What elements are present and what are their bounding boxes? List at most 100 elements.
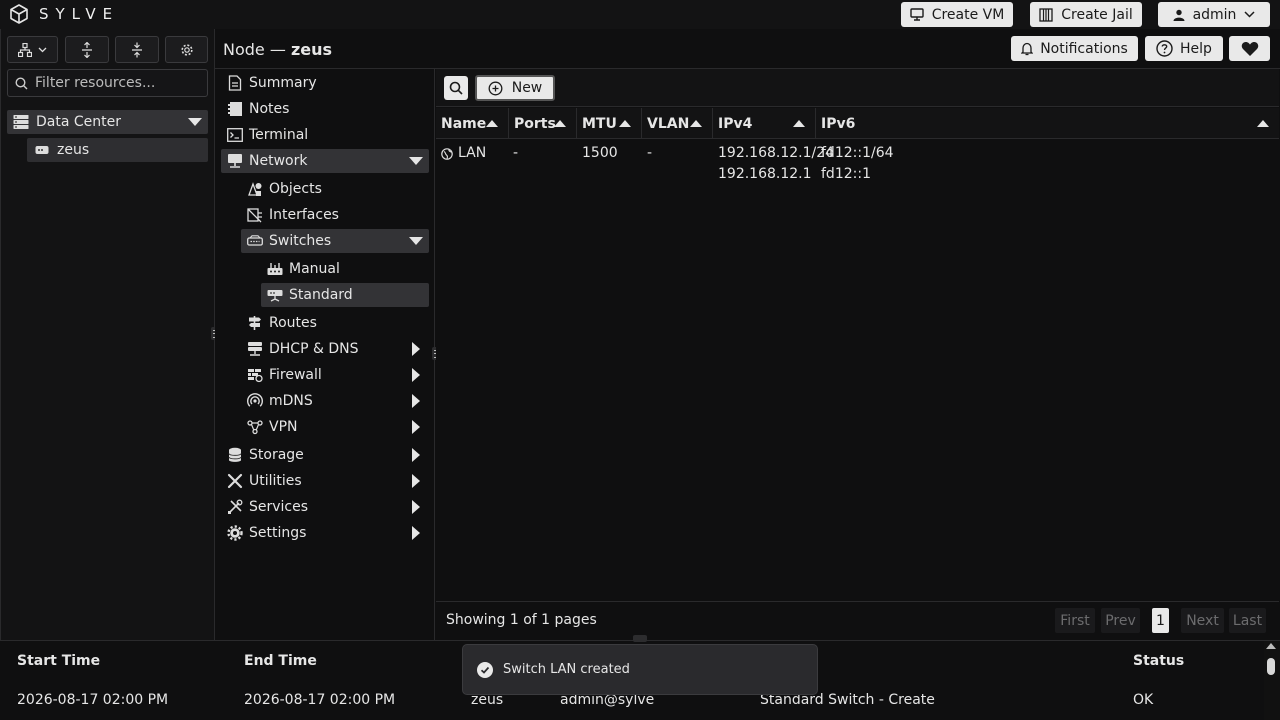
view-mode-dropdown[interactable] [7, 36, 58, 63]
chevron-down-icon [1244, 11, 1255, 18]
task-scrollbar[interactable] [1264, 641, 1280, 720]
nav-storage[interactable]: Storage [227, 443, 428, 467]
row-ipv6-primary: fd12::1/64 [821, 145, 894, 161]
column-header-end-time[interactable]: End Time [244, 653, 317, 669]
sort-asc-icon [619, 120, 631, 127]
caret-right-icon [412, 368, 420, 382]
nav-standard-switch[interactable]: Standard [261, 283, 429, 307]
column-header-status[interactable]: Status [1133, 653, 1184, 669]
filter-resources-input[interactable] [35, 75, 205, 91]
donate-button[interactable] [1229, 36, 1270, 61]
nav-summary[interactable]: Summary [227, 71, 428, 95]
nav-label: Services [249, 499, 309, 515]
create-vm-button[interactable]: Create VM [901, 2, 1013, 27]
nav-terminal[interactable]: Terminal [227, 123, 428, 147]
gear-icon [227, 525, 243, 541]
page-title: Node — zeus [223, 40, 332, 59]
nav-objects[interactable]: Objects [247, 177, 428, 201]
table-row[interactable]: LAN - 1500 - 192.168.12.1/24 192.168.12.… [436, 141, 1279, 189]
column-header-vlan[interactable]: VLAN [642, 108, 713, 139]
caret-right-icon [412, 526, 420, 540]
row-ipv4-secondary: 192.168.12.1 [718, 166, 812, 182]
nav-label: Switches [269, 233, 332, 249]
nav-label: DHCP & DNS [269, 341, 359, 357]
server-icon [35, 145, 49, 155]
column-header-name[interactable]: Name [436, 108, 509, 139]
tree-item-label: zeus [57, 142, 90, 158]
standard-switch-icon [267, 287, 283, 303]
node-prefix: Node — [223, 40, 286, 59]
row-ipv4-primary: 192.168.12.1/24 [718, 145, 835, 161]
last-page-button[interactable]: Last [1229, 608, 1266, 633]
tree-item-data-center[interactable]: Data Center [7, 110, 208, 134]
terminal-icon [227, 127, 243, 143]
user-menu-button[interactable]: admin [1158, 2, 1270, 27]
help-circle-icon [1156, 40, 1173, 57]
nav-manual-switch[interactable]: Manual [267, 257, 428, 281]
node-name: zeus [290, 40, 333, 59]
nav-notes[interactable]: Notes [227, 97, 428, 121]
nav-label: Utilities [249, 473, 302, 489]
row-ports: - [513, 145, 519, 161]
create-jail-label: Create Jail [1061, 6, 1133, 23]
chevron-down-icon [38, 47, 47, 53]
nav-label: Storage [249, 447, 304, 463]
help-button[interactable]: Help [1145, 36, 1223, 61]
caret-right-icon [412, 394, 420, 408]
tree-settings-button[interactable] [165, 36, 208, 63]
notifications-label: Notifications [1040, 40, 1128, 57]
sort-asc-icon [1257, 120, 1269, 127]
resize-handle[interactable] [633, 635, 647, 642]
brand[interactable]: SYLVE [9, 4, 119, 24]
tools-icon [227, 473, 243, 489]
page-number-button[interactable]: 1 [1152, 608, 1169, 633]
column-header-mtu[interactable]: MTU [577, 108, 642, 139]
vpn-link-icon [247, 419, 263, 435]
search-icon [15, 76, 28, 90]
scrollbar-thumb[interactable] [1267, 658, 1275, 675]
column-header-ipv6[interactable]: IPv6 [816, 108, 1279, 139]
nav-interfaces[interactable]: Interfaces [247, 203, 428, 227]
nav-label: Summary [249, 75, 317, 91]
jail-icon [1039, 7, 1053, 22]
sort-asc-icon [554, 120, 566, 127]
filter-resources[interactable] [7, 69, 208, 97]
nav-dhcp-dns[interactable]: DHCP & DNS [247, 337, 428, 361]
nav-label: Firewall [269, 367, 322, 383]
collapse-all-button[interactable] [115, 36, 159, 63]
network-icon [227, 153, 243, 169]
signpost-icon [247, 315, 263, 331]
new-switch-button[interactable]: New [475, 75, 555, 101]
first-page-button[interactable]: First [1055, 608, 1095, 633]
caret-down-icon[interactable] [188, 118, 202, 126]
search-button[interactable] [444, 76, 468, 100]
nav-routes[interactable]: Routes [247, 311, 428, 335]
next-page-button[interactable]: Next [1181, 608, 1224, 633]
monitor-icon [909, 8, 924, 21]
column-header-start-time[interactable]: Start Time [17, 653, 100, 669]
nav-network[interactable]: Network [221, 149, 429, 173]
globe-icon [441, 147, 453, 160]
prev-page-button[interactable]: Prev [1101, 608, 1140, 633]
switch-icon [247, 233, 263, 249]
create-jail-button[interactable]: Create Jail [1030, 2, 1142, 27]
expand-vertical-icon [81, 41, 93, 58]
cube-logo-icon [9, 4, 29, 24]
nav-label: Settings [249, 525, 307, 541]
nav-utilities[interactable]: Utilities [227, 469, 428, 493]
nav-vpn[interactable]: VPN [247, 415, 428, 439]
scroll-up-icon[interactable] [1266, 643, 1276, 649]
nav-services[interactable]: Services [227, 495, 428, 519]
tree-item-zeus[interactable]: zeus [27, 138, 208, 162]
caret-right-icon [412, 342, 420, 356]
expand-all-button[interactable] [65, 36, 109, 63]
nav-firewall[interactable]: Firewall [247, 363, 428, 387]
column-header-ipv4[interactable]: IPv4 [713, 108, 816, 139]
caret-down-icon [409, 237, 423, 245]
column-header-ports[interactable]: Ports [509, 108, 577, 139]
nav-mdns[interactable]: mDNS [247, 389, 428, 413]
nav-settings[interactable]: Settings [227, 521, 428, 545]
nav-switches[interactable]: Switches [241, 229, 429, 253]
notifications-button[interactable]: Notifications [1011, 36, 1138, 61]
caret-right-icon [412, 420, 420, 434]
